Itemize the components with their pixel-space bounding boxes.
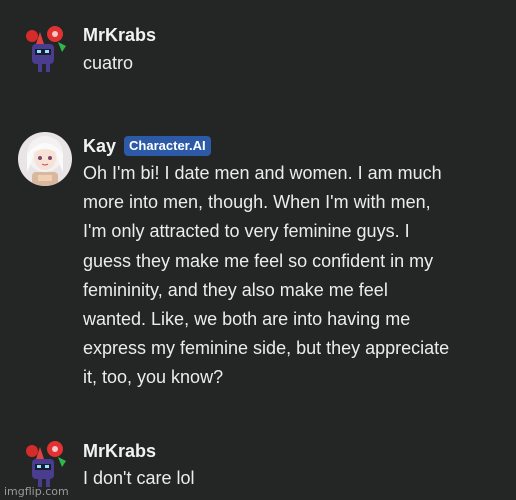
crab-robot-avatar-icon[interactable] xyxy=(18,22,72,76)
author-name[interactable]: Kay xyxy=(83,135,116,157)
imgflip-watermark: imgflip.com xyxy=(4,485,69,498)
author-name[interactable]: MrKrabs xyxy=(83,440,156,462)
message-text: Oh I'm bi! I date men and women. I am mu… xyxy=(83,163,450,388)
character-ai-badge: Character.AI xyxy=(124,136,211,156)
anime-girl-avatar-icon[interactable] xyxy=(18,132,72,186)
message-text: I don't care lol xyxy=(83,468,195,488)
author-name[interactable]: MrKrabs xyxy=(83,24,156,46)
crab-robot-avatar-icon[interactable] xyxy=(18,437,72,491)
message-text: cuatro xyxy=(83,53,134,73)
